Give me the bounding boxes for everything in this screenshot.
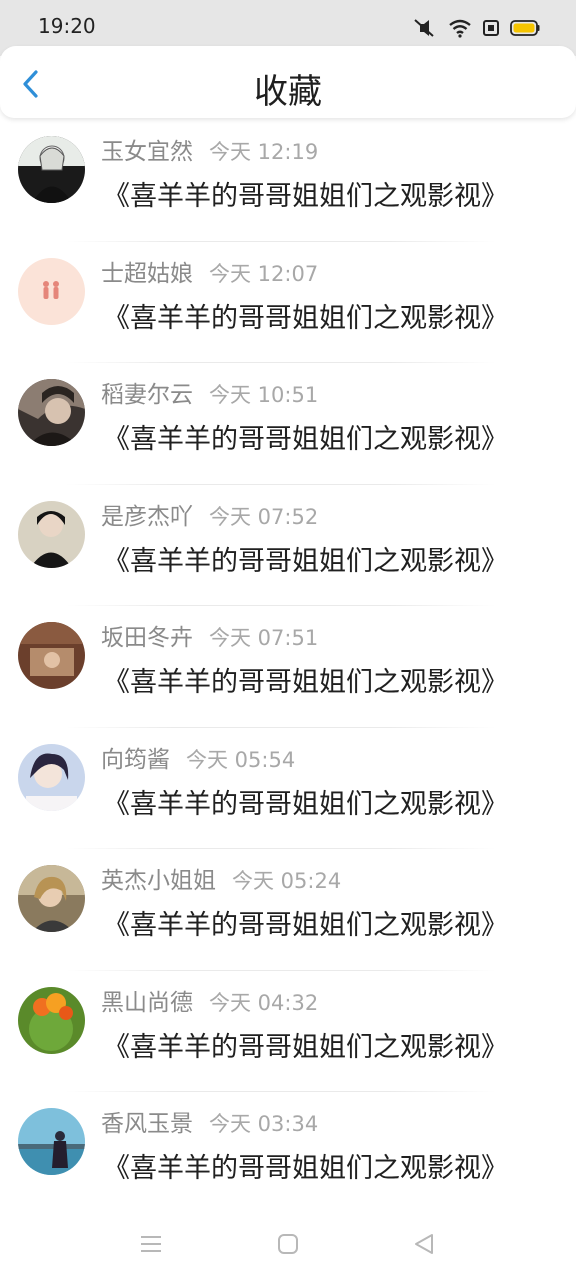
avatar <box>18 379 85 446</box>
item-timestamp: 今天 05:24 <box>232 869 342 893</box>
item-username[interactable]: 稻妻尔云 <box>101 375 193 409</box>
item-meta: 稻妻尔云 今天 10:51 <box>101 375 318 409</box>
menu-button[interactable] <box>138 1232 164 1260</box>
item-timestamp: 今天 05:54 <box>186 747 296 772</box>
favorite-item[interactable]: 玉女宜然 今天 12:19 《喜羊羊的哥哥姐姐们之观影视》 <box>0 120 576 242</box>
system-nav-bar <box>0 1210 576 1280</box>
status-icons <box>412 16 540 40</box>
favorite-item[interactable]: 黑山尚德 今天 04:32 《喜羊羊的哥哥姐姐们之观影视》 <box>0 971 576 1092</box>
item-timestamp: 今天 12:19 <box>209 140 319 164</box>
favorite-item[interactable]: 英杰小姐姐 今天 05:24 《喜羊羊的哥哥姐姐们之观影视》 <box>0 849 576 971</box>
favorite-item[interactable]: 香风玉景 今天 03:34 《喜羊羊的哥哥姐姐们之观影视》 <box>0 1092 576 1214</box>
item-meta: 士超姑娘 今天 12:07 <box>101 254 318 288</box>
item-username[interactable]: 英杰小姐姐 <box>101 861 216 895</box>
item-title[interactable]: 《喜羊羊的哥哥姐姐们之观影视》 <box>103 660 508 699</box>
item-title[interactable]: 《喜羊羊的哥哥姐姐们之观影视》 <box>103 782 508 821</box>
avatar <box>18 500 85 568</box>
battery-icon <box>510 19 540 37</box>
mute-icon <box>412 18 438 38</box>
item-meta: 香风玉景 今天 03:34 <box>101 1104 318 1138</box>
item-username[interactable]: 坂田冬卉 <box>101 618 193 652</box>
item-username[interactable]: 香风玉景 <box>101 1104 193 1138</box>
favorite-item[interactable]: 是彦杰吖 今天 07:52 《喜羊羊的哥哥姐姐们之观影视》 <box>0 485 576 606</box>
item-timestamp: 今天 07:52 <box>209 504 319 529</box>
item-timestamp: 今天 03:34 <box>209 1112 319 1136</box>
menu-icon <box>141 1236 161 1252</box>
avatar <box>18 865 85 932</box>
item-meta: 向筠酱 今天 05:54 <box>101 740 295 774</box>
back-triangle-icon <box>415 1234 433 1254</box>
item-username[interactable]: 玉女宜然 <box>101 132 193 166</box>
item-timestamp: 今天 12:07 <box>209 261 319 286</box>
item-title[interactable]: 《喜羊羊的哥哥姐姐们之观影视》 <box>103 417 508 456</box>
item-username[interactable]: 黑山尚德 <box>101 983 193 1017</box>
avatar <box>18 136 85 203</box>
item-title[interactable]: 《喜羊羊的哥哥姐姐们之观影视》 <box>103 903 508 942</box>
home-button[interactable] <box>276 1232 300 1260</box>
avatar <box>18 743 85 811</box>
favorite-item[interactable]: 坂田冬卉 今天 07:51 《喜羊羊的哥哥姐姐们之观影视》 <box>0 606 576 728</box>
favorite-item[interactable]: 向筠酱 今天 05:54 《喜羊羊的哥哥姐姐们之观影视》 <box>0 728 576 849</box>
favorite-item[interactable]: 士超姑娘 今天 12:07 《喜羊羊的哥哥姐姐们之观影视》 <box>0 242 576 363</box>
avatar <box>18 622 85 689</box>
favorites-list: 玉女宜然 今天 12:19 《喜羊羊的哥哥姐姐们之观影视》 士超姑娘 今天 12… <box>0 120 576 1214</box>
item-timestamp: 今天 04:32 <box>209 990 319 1015</box>
item-username[interactable]: 向筠酱 <box>101 740 170 774</box>
item-timestamp: 今天 07:51 <box>209 626 319 650</box>
item-meta: 玉女宜然 今天 12:19 <box>101 132 318 166</box>
item-meta: 坂田冬卉 今天 07:51 <box>101 618 318 652</box>
item-username[interactable]: 是彦杰吖 <box>101 497 193 531</box>
header-bar: 收藏 <box>0 46 576 118</box>
favorite-item[interactable]: 稻妻尔云 今天 10:51 《喜羊羊的哥哥姐姐们之观影视》 <box>0 363 576 485</box>
avatar <box>18 986 85 1054</box>
item-meta: 是彦杰吖 今天 07:52 <box>101 497 318 531</box>
avatar <box>18 1108 85 1175</box>
item-title[interactable]: 《喜羊羊的哥哥姐姐们之观影视》 <box>103 296 508 335</box>
item-title[interactable]: 《喜羊羊的哥哥姐姐们之观影视》 <box>103 174 508 213</box>
page-title: 收藏 <box>254 72 322 112</box>
back-nav-button[interactable] <box>412 1232 436 1260</box>
wifi-icon <box>448 18 472 38</box>
item-meta: 黑山尚德 今天 04:32 <box>101 983 318 1017</box>
item-meta: 英杰小姐姐 今天 05:24 <box>101 861 341 895</box>
item-title[interactable]: 《喜羊羊的哥哥姐姐们之观影视》 <box>103 1146 508 1185</box>
item-title[interactable]: 《喜羊羊的哥哥姐姐们之观影视》 <box>103 539 508 578</box>
avatar <box>18 257 85 325</box>
item-username[interactable]: 士超姑娘 <box>101 254 193 288</box>
sim-icon <box>482 19 500 37</box>
item-title[interactable]: 《喜羊羊的哥哥姐姐们之观影视》 <box>103 1025 508 1064</box>
status-time: 19:20 <box>38 14 96 38</box>
home-icon <box>278 1234 298 1254</box>
item-timestamp: 今天 10:51 <box>209 383 319 407</box>
